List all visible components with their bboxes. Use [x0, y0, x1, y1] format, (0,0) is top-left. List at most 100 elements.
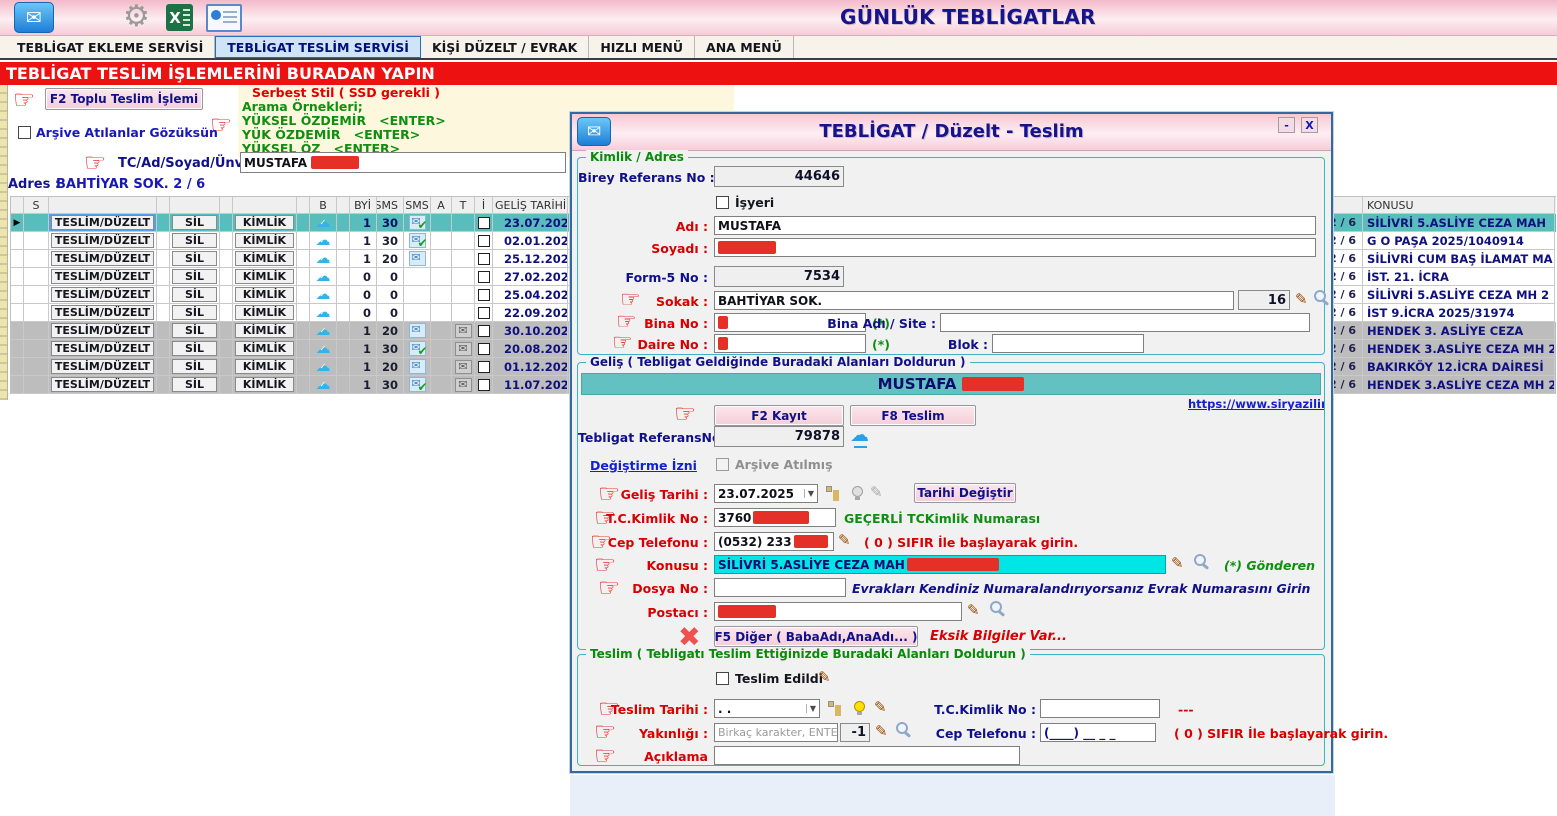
- row-checkbox[interactable]: [478, 343, 490, 355]
- arsive-atilmis-checkbox[interactable]: [716, 458, 729, 471]
- search-magnifier-icon[interactable]: [1314, 290, 1329, 305]
- contact-card-icon[interactable]: [206, 4, 242, 32]
- row-checkbox[interactable]: [478, 325, 490, 337]
- kimlik-button[interactable]: KİMLİK: [235, 323, 294, 338]
- teslim-cep-input[interactable]: (____) __ _ _: [1040, 723, 1156, 742]
- sil-button[interactable]: SİL: [172, 287, 217, 302]
- teslim-duzelt-button[interactable]: TESLİM/DÜZELT: [51, 287, 154, 302]
- f5-diger-button[interactable]: F5 Diğer ( BabaAdı,AnaAdı... ): [714, 626, 918, 647]
- tab-kisi-duzelt[interactable]: KİŞİ DÜZELT / EVRAK: [421, 36, 589, 58]
- lightbulb-icon[interactable]: [852, 486, 863, 497]
- degistirme-izni-link[interactable]: Değiştirme İzni: [590, 458, 697, 473]
- dosya-no-input[interactable]: [714, 578, 846, 597]
- edit-pencil-icon[interactable]: ✎: [1295, 292, 1308, 307]
- edit-pencil-icon[interactable]: ✎: [875, 724, 888, 739]
- search-input[interactable]: MUSTAFA: [240, 152, 566, 173]
- edit-pencil-icon[interactable]: ✎: [874, 700, 887, 715]
- search-magnifier-icon[interactable]: [1194, 554, 1209, 569]
- cloud-network-icon[interactable]: ☁: [850, 426, 869, 445]
- tab-tebligat-ekleme[interactable]: TEBLİGAT EKLEME SERVİSİ: [6, 36, 215, 58]
- dialog-titlebar[interactable]: ✉ TEBLİGAT / Düzelt - Teslim - X: [572, 114, 1331, 151]
- teslim-edildi-checkbox[interactable]: [716, 672, 729, 685]
- sil-button[interactable]: SİL: [172, 377, 217, 392]
- daire-no-input[interactable]: [714, 334, 866, 353]
- bina-adi-input[interactable]: [940, 313, 1310, 332]
- teslim-duzelt-button[interactable]: TESLİM/DÜZELT: [51, 377, 154, 392]
- row-checkbox[interactable]: [478, 271, 490, 283]
- edit-pencil-icon[interactable]: ✎: [1171, 556, 1184, 571]
- minimize-button[interactable]: -: [1278, 117, 1295, 133]
- calendar-tree-icon[interactable]: [828, 701, 841, 714]
- website-link[interactable]: https://www.siryazilim.com/ES: [1188, 397, 1324, 411]
- tab-ana-menu[interactable]: ANA MENÜ: [695, 36, 794, 58]
- kimlik-button[interactable]: KİMLİK: [235, 233, 294, 248]
- sil-button[interactable]: SİL: [172, 359, 217, 374]
- row-checkbox[interactable]: [478, 289, 490, 301]
- teslim-duzelt-button[interactable]: TESLİM/DÜZELT: [51, 359, 154, 374]
- konusu-input[interactable]: SİLİVRİ 5.ASLİYE CEZA MAH: [714, 555, 1166, 574]
- kimlik-button[interactable]: KİMLİK: [235, 287, 294, 302]
- sil-button[interactable]: SİL: [172, 215, 217, 230]
- postaci-input[interactable]: [714, 602, 962, 621]
- edit-pencil-icon[interactable]: ✎: [818, 670, 831, 685]
- cep-telefonu-input[interactable]: (0532) 233: [714, 532, 834, 551]
- teslim-duzelt-button[interactable]: TESLİM/DÜZELT: [51, 251, 154, 266]
- sil-button[interactable]: SİL: [172, 269, 217, 284]
- yakinligi-input[interactable]: Birkaç karakter, ENTER...: [714, 723, 838, 742]
- tab-hizli-menu[interactable]: HIZLI MENÜ: [589, 36, 695, 58]
- edit-pencil-icon[interactable]: ✎: [967, 603, 980, 618]
- archive-visible-checkbox[interactable]: [18, 126, 31, 139]
- kimlik-button[interactable]: KİMLİK: [235, 251, 294, 266]
- lightbulb-icon[interactable]: [854, 701, 865, 712]
- teslim-duzelt-button[interactable]: TESLİM/DÜZELT: [51, 305, 154, 320]
- kimlik-button[interactable]: KİMLİK: [235, 341, 294, 356]
- kimlik-button[interactable]: KİMLİK: [235, 377, 294, 392]
- f8-teslim-button[interactable]: F8 Teslim: [850, 405, 976, 426]
- row-checkbox[interactable]: [478, 253, 490, 265]
- collapsed-panel-strip[interactable]: [0, 85, 8, 400]
- aciklama-input[interactable]: [714, 746, 1020, 765]
- edit-pencil-icon[interactable]: ✎: [838, 533, 851, 548]
- f2-kayit-button[interactable]: F2 Kayıt: [714, 405, 844, 426]
- excel-export-icon[interactable]: X: [166, 4, 193, 31]
- kimlik-button[interactable]: KİMLİK: [235, 269, 294, 284]
- row-checkbox[interactable]: [478, 379, 490, 391]
- isyeri-checkbox[interactable]: [716, 196, 729, 209]
- edit-pencil-icon[interactable]: ✎: [870, 485, 883, 500]
- gelis-tarihi-dropdown[interactable]: 23.07.2025 ▼: [714, 484, 818, 503]
- sil-button[interactable]: SİL: [172, 341, 217, 356]
- close-button[interactable]: X: [1301, 117, 1318, 133]
- gear-icon[interactable]: ⚙: [123, 2, 150, 32]
- teslim-cep-label: Cep Telefonu :: [928, 726, 1036, 741]
- teslim-duzelt-button[interactable]: TESLİM/DÜZELT: [51, 233, 154, 248]
- adi-input[interactable]: MUSTAFA: [714, 216, 1316, 235]
- teslim-tc-input[interactable]: [1040, 699, 1160, 718]
- teslim-duzelt-button[interactable]: TESLİM/DÜZELT: [51, 341, 154, 356]
- search-magnifier-icon[interactable]: [990, 601, 1005, 616]
- row-checkbox[interactable]: [478, 361, 490, 373]
- sil-button[interactable]: SİL: [172, 323, 217, 338]
- row-checkbox[interactable]: [478, 307, 490, 319]
- teslim-tarihi-dropdown[interactable]: . . ▼: [714, 699, 820, 718]
- teslim-duzelt-button[interactable]: TESLİM/DÜZELT: [51, 323, 154, 338]
- kimlik-button[interactable]: KİMLİK: [235, 359, 294, 374]
- calendar-tree-icon[interactable]: [826, 486, 839, 499]
- sil-button[interactable]: SİL: [172, 251, 217, 266]
- row-checkbox[interactable]: [478, 235, 490, 247]
- kimlik-button[interactable]: KİMLİK: [235, 215, 294, 230]
- row-checkbox[interactable]: [478, 217, 490, 229]
- mail-app-icon[interactable]: ✉: [14, 2, 54, 33]
- tc-kimlik-input[interactable]: 3760: [714, 508, 836, 527]
- soyadi-input[interactable]: [714, 238, 1316, 257]
- tarihi-degistir-button[interactable]: Tarihi Değiştir: [914, 483, 1016, 503]
- teslim-duzelt-button[interactable]: TESLİM/DÜZELT: [51, 269, 154, 284]
- tab-tebligat-teslim[interactable]: TEBLİGAT TESLİM SERVİSİ: [215, 36, 421, 58]
- sil-button[interactable]: SİL: [172, 305, 217, 320]
- f2-toplu-teslim-button[interactable]: F2 Toplu Teslim İşlemi: [45, 88, 203, 110]
- kimlik-button[interactable]: KİMLİK: [235, 305, 294, 320]
- search-magnifier-icon[interactable]: [896, 722, 911, 737]
- sil-button[interactable]: SİL: [172, 233, 217, 248]
- sokak-input[interactable]: BAHTİYAR SOK.: [714, 291, 1234, 310]
- blok-input[interactable]: [992, 334, 1144, 353]
- teslim-duzelt-button[interactable]: TESLİM/DÜZELT: [51, 215, 154, 230]
